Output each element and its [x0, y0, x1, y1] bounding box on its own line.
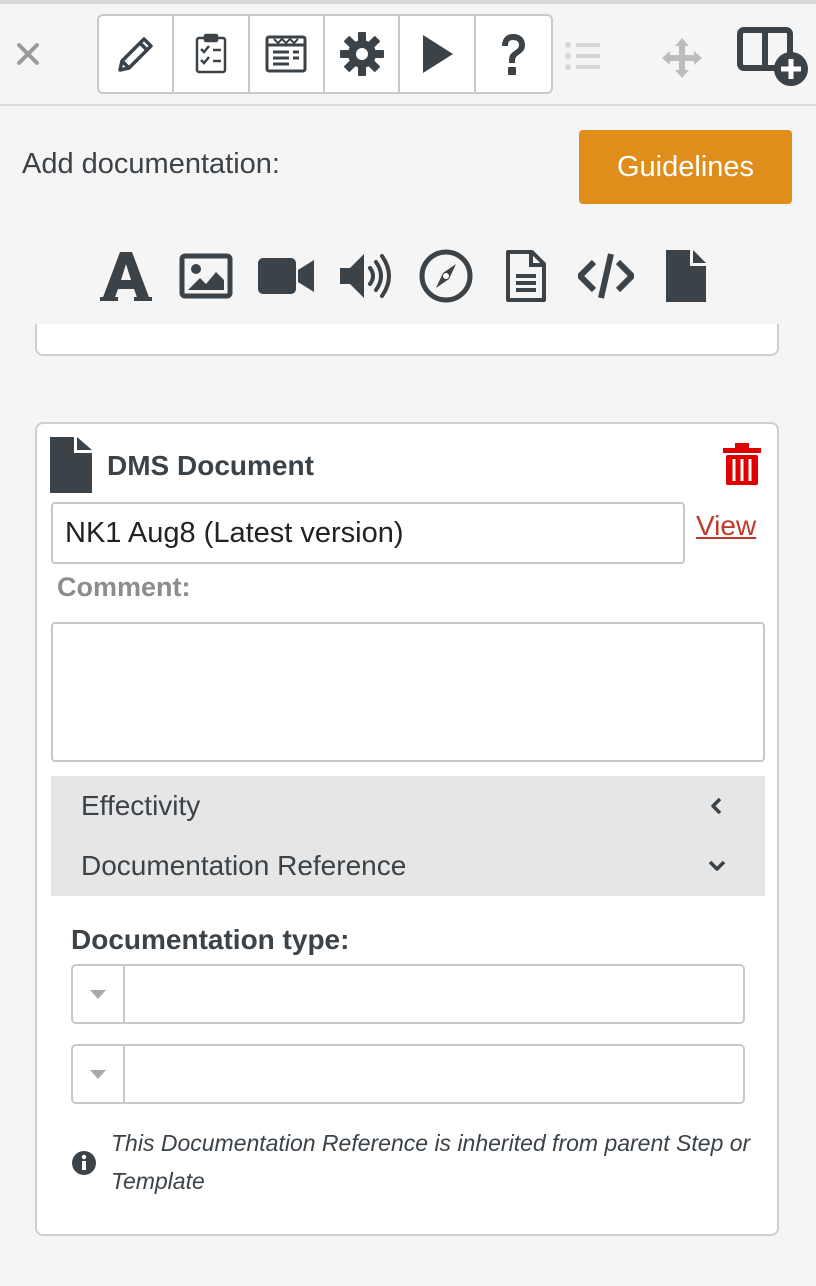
- form-button[interactable]: [250, 16, 326, 92]
- document-field[interactable]: NK1 Aug8 (Latest version): [51, 502, 685, 564]
- add-document-button[interactable]: [496, 246, 556, 306]
- add-link-button[interactable]: [416, 246, 476, 306]
- compass-icon: [419, 249, 473, 303]
- dms-document-card: DMS Document NK1 Aug8 (Latest version) V…: [35, 422, 779, 1236]
- file-icon: [666, 250, 706, 302]
- comment-textarea[interactable]: [51, 622, 765, 762]
- pencil-icon: [117, 37, 153, 72]
- audio-icon: [340, 254, 391, 298]
- add-audio-button[interactable]: [336, 246, 396, 306]
- toolbar: [0, 4, 816, 106]
- add-image-button[interactable]: [176, 246, 236, 306]
- documentation-type-label: Documentation type:: [71, 924, 350, 955]
- documentation-reference-select[interactable]: [71, 1044, 745, 1104]
- info-icon: [71, 1150, 97, 1176]
- layout-add-icon[interactable]: [736, 26, 812, 88]
- clipboard-checklist-icon: [195, 33, 227, 74]
- move-icon[interactable]: [660, 36, 704, 80]
- effectivity-section[interactable]: Effectivity: [51, 776, 765, 836]
- documentation-reference-section[interactable]: Documentation Reference: [51, 836, 765, 896]
- effectivity-label: Effectivity: [81, 790, 201, 821]
- settings-button[interactable]: [325, 16, 401, 92]
- guidelines-button[interactable]: Guidelines: [579, 130, 792, 204]
- code-icon: [578, 253, 634, 299]
- previous-card: [35, 324, 779, 356]
- card-title: DMS Document: [107, 450, 314, 481]
- add-video-button[interactable]: [256, 246, 316, 306]
- trash-icon[interactable]: [721, 442, 763, 486]
- dropdown-caret[interactable]: [73, 966, 125, 1022]
- file-icon: [50, 437, 94, 493]
- view-link[interactable]: View: [696, 510, 756, 542]
- chevron-down-icon: [708, 860, 726, 871]
- run-button[interactable]: [400, 16, 476, 92]
- documentation-type-icons: [0, 246, 816, 306]
- edit-button[interactable]: [99, 16, 175, 92]
- add-text-button[interactable]: [96, 246, 156, 306]
- dropdown-caret[interactable]: [73, 1046, 125, 1102]
- tool-group: [97, 14, 553, 94]
- image-icon: [179, 253, 233, 299]
- help-button[interactable]: [476, 16, 551, 92]
- accordion: Effectivity Documentation Reference: [51, 776, 765, 896]
- checklist-button[interactable]: [174, 16, 250, 92]
- close-icon[interactable]: [12, 38, 44, 70]
- documentation-type-select[interactable]: [71, 964, 745, 1024]
- document-icon: [506, 250, 546, 302]
- form-list-icon: [265, 35, 307, 73]
- question-icon: [502, 34, 526, 75]
- text-icon: [100, 252, 152, 301]
- comment-label: Comment:: [57, 572, 191, 602]
- play-icon: [423, 35, 454, 73]
- add-code-button[interactable]: [576, 246, 636, 306]
- video-icon: [258, 258, 314, 294]
- inherited-info-text: This Documentation Reference is inherite…: [111, 1130, 751, 1194]
- caret-down-icon: [90, 990, 106, 999]
- list-icon[interactable]: [562, 38, 602, 74]
- chevron-left-icon: [711, 797, 722, 815]
- add-documentation-label: Add documentation:: [22, 148, 280, 180]
- documentation-reference-label: Documentation Reference: [81, 850, 407, 881]
- caret-down-icon: [90, 1070, 106, 1079]
- gear-icon: [339, 32, 384, 76]
- add-dms-file-button[interactable]: [656, 246, 716, 306]
